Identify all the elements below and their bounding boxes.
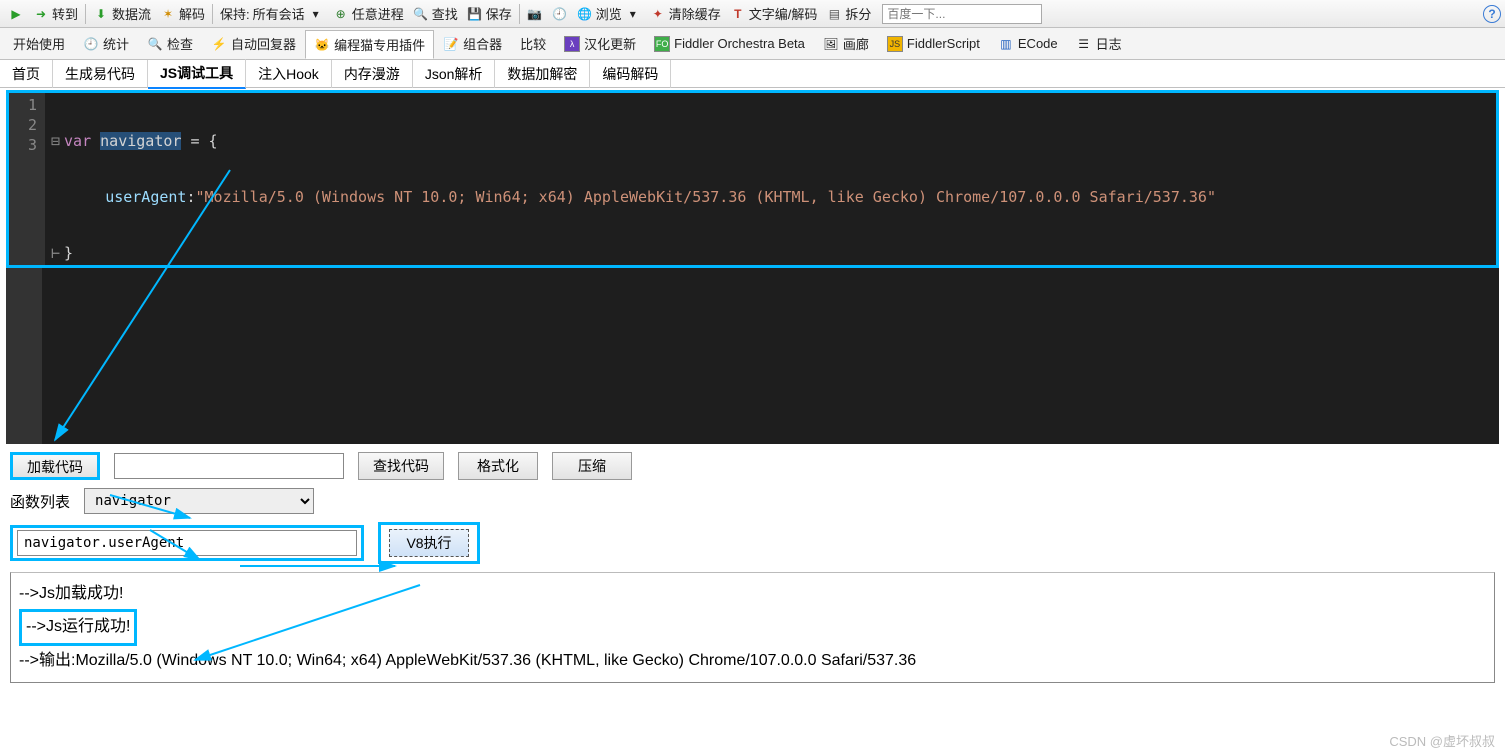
subtab-crypto[interactable]: 数据加解密: [495, 60, 590, 88]
dataflow-label: 数据流: [112, 4, 151, 23]
func-list-label: 函数列表: [10, 491, 70, 512]
browse-button[interactable]: 🌐浏览▾: [573, 2, 645, 25]
help-icon[interactable]: ?: [1483, 5, 1501, 23]
find-button[interactable]: 🔍查找: [409, 2, 462, 25]
compress-button[interactable]: 压缩: [552, 452, 632, 480]
output-line-1: -->Js加载成功!: [19, 579, 1486, 609]
any-process-button[interactable]: ⊕任意进程: [329, 2, 408, 25]
js-icon: JS: [887, 36, 903, 52]
tab-fiddlerscript[interactable]: JSFiddlerScript: [878, 31, 989, 57]
subtab-home[interactable]: 首页: [0, 60, 53, 88]
feature-tabbar: 开始使用 🕘统计 🔍检查 ⚡自动回复器 🐱编程猫专用插件 📝组合器 比较 λ汉化…: [0, 28, 1505, 60]
subtab-jsdebug[interactable]: JS调试工具: [148, 59, 246, 89]
browse-label: 浏览: [596, 4, 622, 23]
tab-catplugin[interactable]: 🐱编程猫专用插件: [305, 30, 434, 59]
goto-label: 转到: [52, 4, 78, 23]
tab-log[interactable]: ☰日志: [1067, 29, 1131, 58]
controls-panel: 加载代码 查找代码 格式化 压缩 函数列表 navigator V8执行 -->…: [0, 444, 1505, 691]
code-editor[interactable]: 1 2 3 ⊟var navigator = { ⊟ userAgent:"Mo…: [6, 90, 1499, 268]
clear-cache-label: 清除缓存: [669, 4, 721, 23]
line-gutter: 1 2 3: [9, 93, 45, 265]
load-code-input[interactable]: [114, 453, 344, 479]
fo-icon: FO: [654, 36, 670, 52]
clear-cache-button[interactable]: ✦清除缓存: [646, 2, 725, 25]
barcode-icon: ▥: [998, 36, 1014, 52]
decode-label: 解码: [179, 4, 205, 23]
search-placeholder: 百度一下...: [887, 5, 945, 22]
selected-identifier: navigator: [100, 132, 181, 150]
bolt-icon: ⚡: [211, 36, 227, 52]
split-label: 拆分: [845, 4, 871, 23]
subtab-hook[interactable]: 注入Hook: [246, 60, 332, 88]
tab-gallery[interactable]: 🖼画廊: [814, 29, 878, 58]
subtab-memwalk[interactable]: 内存漫游: [332, 60, 413, 88]
output-line-2: -->Js运行成功!: [19, 609, 137, 645]
image-icon: 🖼: [823, 36, 839, 52]
subtab-jsonparse[interactable]: Json解析: [413, 60, 496, 88]
fold-open-icon[interactable]: ⊟: [51, 132, 64, 150]
any-process-label: 任意进程: [352, 4, 404, 23]
decode-button[interactable]: ✶解码: [156, 2, 209, 25]
tab-sinicize[interactable]: λ汉化更新: [555, 29, 645, 58]
load-code-button[interactable]: 加载代码: [10, 452, 100, 480]
keep-dropdown[interactable]: 保持: 所有会话▾: [216, 2, 328, 25]
clock-icon[interactable]: 🕘: [548, 4, 572, 24]
expression-input[interactable]: [17, 530, 357, 556]
keep-value: 所有会话: [253, 4, 305, 23]
output-console: -->Js加载成功! -->Js运行成功! -->输出:Mozilla/5.0 …: [10, 572, 1495, 683]
clock-icon: 🕘: [83, 36, 99, 52]
search-input[interactable]: 百度一下...: [882, 4, 1042, 24]
magnifier-icon: 🔍: [147, 36, 163, 52]
keep-label: 保持:: [220, 4, 250, 23]
subtab-codec[interactable]: 编码解码: [590, 60, 671, 88]
format-button[interactable]: 格式化: [458, 452, 538, 480]
plugin-subtabs: 首页 生成易代码 JS调试工具 注入Hook 内存漫游 Json解析 数据加解密…: [0, 60, 1505, 88]
tab-compare[interactable]: 比较: [511, 29, 555, 58]
lambda-icon: λ: [564, 36, 580, 52]
find-label: 查找: [432, 4, 458, 23]
code-editor-empty-area[interactable]: [6, 268, 1499, 444]
find-code-button[interactable]: 查找代码: [358, 452, 444, 480]
tab-orchestra[interactable]: FOFiddler Orchestra Beta: [645, 31, 814, 57]
cat-icon: 🐱: [314, 37, 330, 53]
edit-icon: 📝: [443, 36, 459, 52]
tab-inspect[interactable]: 🔍检查: [138, 29, 202, 58]
output-line-3: -->输出:Mozilla/5.0 (Windows NT 10.0; Win6…: [19, 646, 1486, 676]
tab-autoresponder[interactable]: ⚡自动回复器: [202, 29, 305, 58]
watermark: CSDN @虚坏叔叔: [1389, 731, 1495, 750]
camera-icon[interactable]: 📷: [523, 4, 547, 24]
tab-ecode[interactable]: ▥ECode: [989, 31, 1067, 57]
play-icon[interactable]: ▶: [4, 4, 28, 24]
save-button[interactable]: 💾保存: [463, 2, 516, 25]
save-label: 保存: [486, 4, 512, 23]
goto-button[interactable]: ➜转到: [29, 2, 82, 25]
fold-close-icon[interactable]: ⊢: [51, 244, 64, 262]
tab-start[interactable]: 开始使用: [4, 29, 74, 58]
dataflow-button[interactable]: ⬇数据流: [89, 2, 155, 25]
func-list-combo[interactable]: navigator: [84, 488, 314, 514]
tab-composer[interactable]: 📝组合器: [434, 29, 511, 58]
tab-stats[interactable]: 🕘统计: [74, 29, 138, 58]
v8-run-button[interactable]: V8执行: [389, 529, 469, 557]
text-codec-label: 文字编/解码: [749, 4, 818, 23]
main-toolbar: ▶ ➜转到 ⬇数据流 ✶解码 保持: 所有会话▾ ⊕任意进程 🔍查找 💾保存 📷…: [0, 0, 1505, 28]
text-codec-button[interactable]: T文字编/解码: [726, 2, 822, 25]
list-icon: ☰: [1076, 36, 1092, 52]
subtab-gencode[interactable]: 生成易代码: [53, 60, 148, 88]
split-button[interactable]: ▤拆分: [822, 2, 875, 25]
code-area[interactable]: ⊟var navigator = { ⊟ userAgent:"Mozilla/…: [45, 93, 1496, 265]
